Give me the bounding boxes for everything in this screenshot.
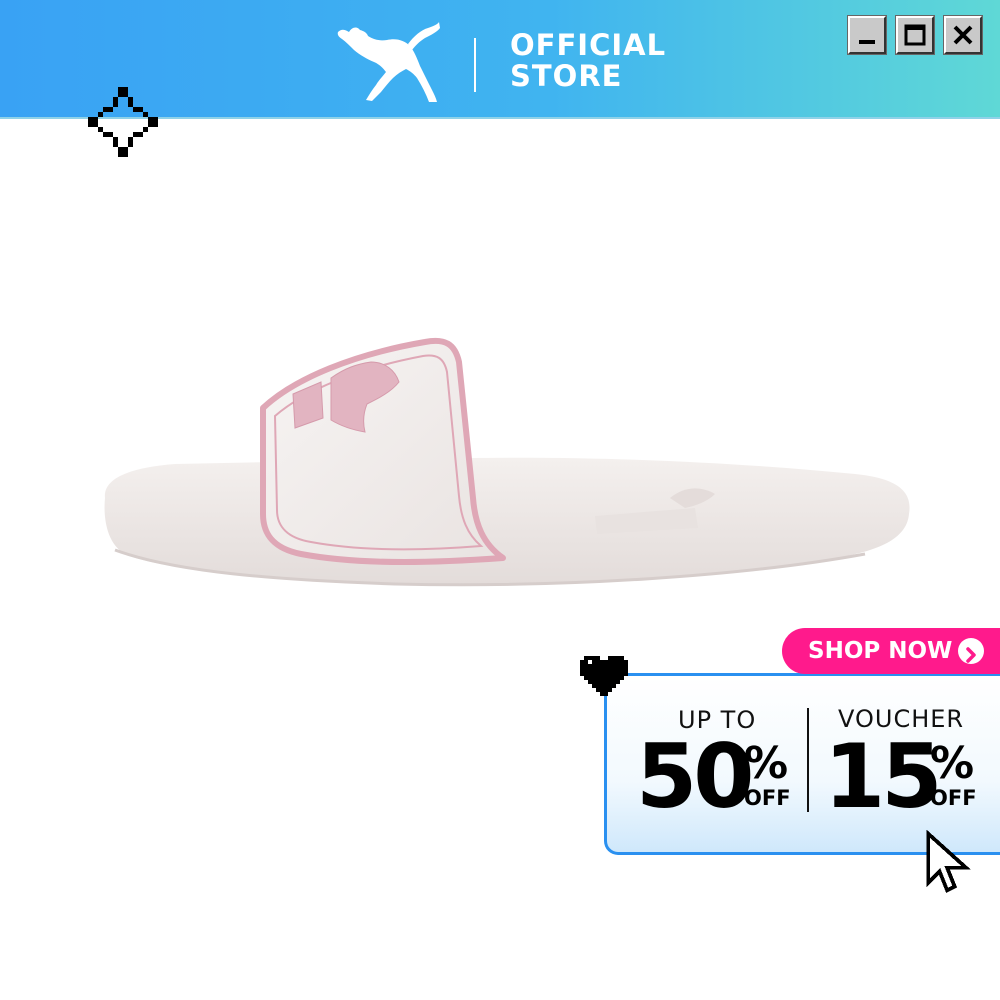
discount-off-label: OFF [744,786,791,810]
close-icon [953,25,973,45]
shop-now-button[interactable]: SHOP NOW [782,628,1000,674]
close-button[interactable] [943,15,983,55]
maximize-icon [904,24,926,46]
minimize-button[interactable] [847,15,887,55]
voucher-percent: % [930,738,975,789]
pixel-sparkle-icon [88,87,158,157]
header-divider [474,38,476,92]
discount-value: 50 [636,725,754,828]
voucher-value: 15 [824,725,942,828]
chevron-right-icon [958,638,984,664]
shop-now-label: SHOP NOW [808,638,953,664]
puma-logo-icon [337,22,440,102]
promo-divider [807,708,809,812]
pixel-heart-icon [580,656,628,696]
discount-percent: % [744,738,789,789]
voucher-off-label: OFF [930,786,977,810]
official-store-label: OFFICIAL STORE [510,30,666,92]
slide-sandal-image [104,337,910,587]
store-line-1: OFFICIAL [510,28,667,62]
store-line-2: STORE [510,59,623,93]
minimize-icon [859,40,875,44]
maximize-button[interactable] [895,15,935,55]
promo-banner[interactable]: SHOP NOW UP TO 50 % OFF VOUCHER 15 % OFF [580,628,1000,948]
pixel-cursor-icon [926,830,971,893]
